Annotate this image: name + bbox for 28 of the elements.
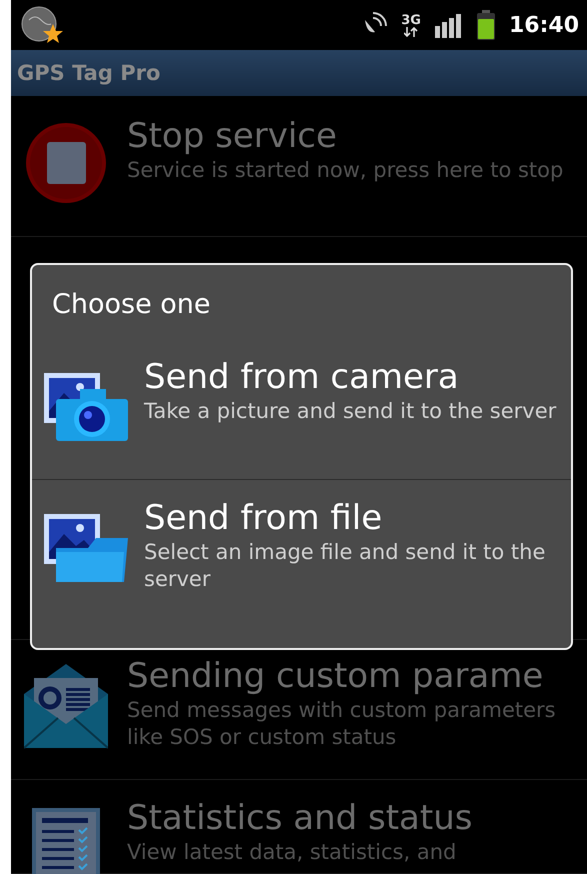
row-description: View latest data, statistics, and bbox=[127, 838, 458, 866]
row-title: Statistics and status bbox=[127, 798, 472, 839]
folder-photo-icon bbox=[44, 512, 128, 584]
row-description: Send messages with custom parameters like SOS or custom status bbox=[127, 696, 557, 752]
option-description: Take a picture and send it to the server bbox=[144, 398, 556, 425]
envelope-gear-icon bbox=[24, 664, 108, 750]
option-description: Select an image file and send it to the server bbox=[144, 538, 546, 594]
option-title: Send from file bbox=[144, 498, 384, 539]
stop-icon bbox=[25, 122, 107, 204]
globe-star-icon bbox=[21, 6, 63, 44]
camera-photo-icon bbox=[44, 371, 128, 443]
checklist-document-icon bbox=[32, 808, 100, 874]
dialog-option[interactable]: Send from file Select an image file and send it to the server bbox=[32, 479, 571, 648]
option-title: Send from camera bbox=[144, 357, 460, 398]
signal-icon bbox=[434, 12, 463, 38]
network-type: 3G bbox=[401, 14, 421, 26]
battery-icon bbox=[476, 10, 495, 40]
menu-row[interactable]: Statistics and status View latest data, statistics, and bbox=[11, 780, 587, 874]
dialog-title: Choose one bbox=[51, 288, 212, 322]
menu-row[interactable]: Sending custom parame Send messages with custom parameters like SOS or custom status bbox=[11, 640, 587, 780]
dialog-option[interactable]: Send from camera Take a picture and send it to the server bbox=[32, 345, 571, 479]
row-title: Stop service bbox=[127, 116, 338, 157]
row-description: Service is started now, press here to stop bbox=[127, 156, 564, 184]
clock: 16:40 bbox=[508, 12, 579, 38]
menu-row[interactable]: Stop service Service is started now, press here to stop bbox=[11, 96, 587, 237]
app-title: GPS Tag Pro bbox=[17, 61, 160, 85]
data-arrows-icon bbox=[404, 26, 418, 36]
row-title: Sending custom parame bbox=[127, 656, 544, 697]
